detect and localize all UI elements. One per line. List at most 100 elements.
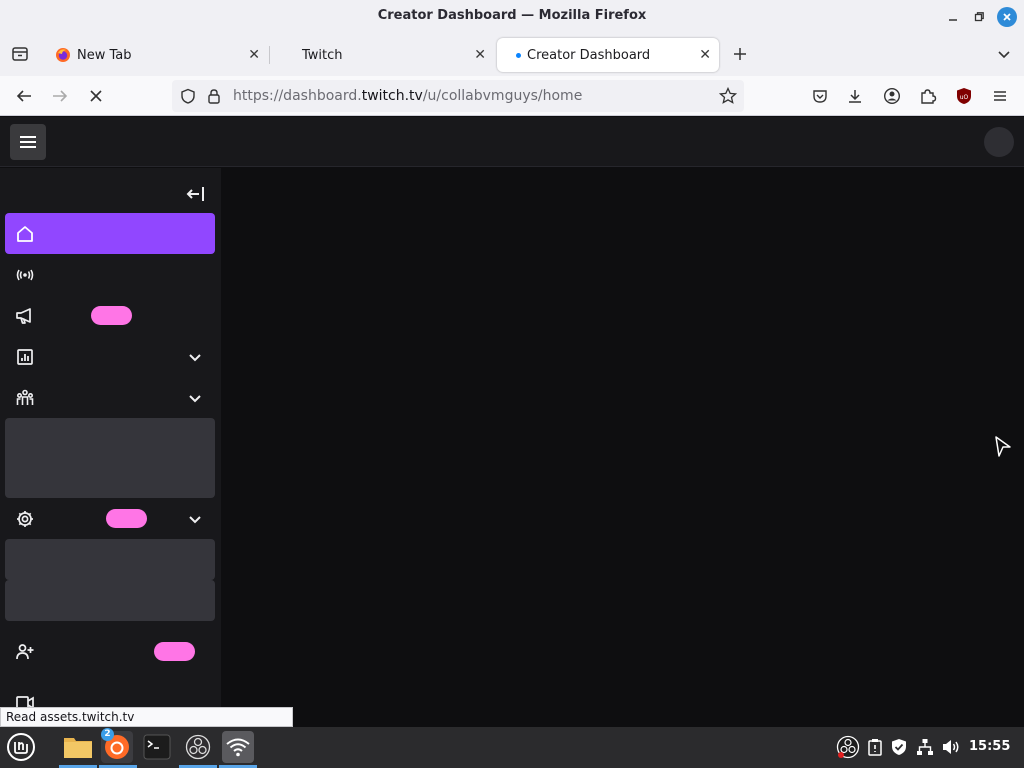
- ublock-button[interactable]: uO: [952, 84, 976, 108]
- restore-button[interactable]: [969, 7, 989, 27]
- status-bar: Read assets.twitch.tv: [0, 707, 293, 727]
- downloads-button[interactable]: [843, 84, 867, 108]
- taskbar-terminal[interactable]: [141, 731, 173, 763]
- tab-overview-button[interactable]: [8, 42, 32, 66]
- minimize-icon: [949, 19, 957, 21]
- mouse-cursor-icon: [995, 436, 1011, 457]
- tab-new-tab[interactable]: New Tab ✕: [46, 38, 268, 72]
- firefox-icon: [56, 48, 70, 62]
- minimize-button[interactable]: [943, 7, 963, 27]
- stop-loading-button[interactable]: [84, 84, 108, 108]
- wifi-icon: [226, 738, 250, 757]
- plus-icon: [734, 48, 746, 60]
- main-menu-button[interactable]: [10, 124, 46, 160]
- community-icon: [16, 389, 34, 405]
- account-icon: [883, 87, 901, 105]
- sidebar-item-home[interactable]: [5, 213, 215, 254]
- tab-label: Twitch: [302, 47, 343, 63]
- chevron-down-icon: [998, 51, 1010, 59]
- tab-label: Creator Dashboard: [527, 47, 651, 63]
- sidebar-item-analytics[interactable]: [5, 336, 215, 377]
- obs-icon: [185, 734, 211, 760]
- new-badge-pill: [91, 306, 132, 325]
- folder-icon: [64, 738, 92, 758]
- obs-tray-icon: [836, 735, 860, 759]
- bookmark-star-icon[interactable]: [719, 87, 737, 105]
- home-icon: [17, 226, 33, 242]
- taskbar-obs[interactable]: [182, 731, 214, 763]
- tray-obs[interactable]: [836, 735, 860, 759]
- lock-icon[interactable]: [206, 88, 222, 104]
- volume-icon: [943, 740, 959, 754]
- tab-creator-dashboard[interactable]: Creator Dashboard ✕: [497, 38, 719, 72]
- pocket-button[interactable]: [808, 84, 832, 108]
- window-titlebar: Creator Dashboard — Mozilla Firefox: [0, 0, 1024, 34]
- window-title: Creator Dashboard — Mozilla Firefox: [377, 8, 647, 23]
- chevron-down-icon[interactable]: [186, 348, 204, 366]
- megaphone-icon: [16, 308, 31, 324]
- back-button[interactable]: [12, 84, 36, 108]
- user-avatar[interactable]: [984, 127, 1014, 157]
- svg-text:uO: uO: [960, 94, 969, 101]
- puzzle-icon: [921, 89, 937, 104]
- list-all-tabs-button[interactable]: [992, 42, 1016, 66]
- url-bar[interactable]: https://dashboard.twitch.tv/u/collabvmgu…: [172, 80, 744, 112]
- tab-label: New Tab: [77, 47, 132, 63]
- close-icon: [1003, 13, 1011, 21]
- new-badge-pill: [106, 509, 147, 528]
- taskbar-network-app[interactable]: [222, 731, 254, 763]
- account-button[interactable]: [880, 84, 904, 108]
- url-prefix: https://dashboard.: [233, 88, 362, 104]
- stop-icon: [90, 90, 102, 102]
- forward-button[interactable]: [48, 84, 72, 108]
- dashboard-sidebar: [0, 168, 221, 727]
- start-menu-button[interactable]: [5, 731, 37, 763]
- analytics-icon: [17, 349, 33, 365]
- sidebar-item-add-user[interactable]: [5, 631, 215, 672]
- loading-dot-icon: [516, 53, 521, 58]
- chevron-down-icon[interactable]: [186, 389, 204, 407]
- url-text[interactable]: https://dashboard.twitch.tv/u/collabvmgu…: [233, 88, 582, 104]
- navigation-toolbar: https://dashboard.twitch.tv/u/collabvmgu…: [0, 76, 1024, 116]
- tab-twitch[interactable]: Twitch ✕: [270, 38, 494, 72]
- tray-security[interactable]: [889, 737, 909, 757]
- close-tab-icon[interactable]: ✕: [474, 47, 486, 63]
- extensions-button[interactable]: [916, 84, 940, 108]
- window-count-badge: 2: [101, 728, 114, 741]
- loading-placeholder: [5, 539, 215, 580]
- close-window-button[interactable]: [997, 7, 1017, 27]
- page-content: [0, 117, 1024, 727]
- app-menu-button[interactable]: [988, 84, 1012, 108]
- tray-network[interactable]: [915, 737, 935, 757]
- ublock-origin-icon: uO: [957, 88, 971, 104]
- new-tab-button[interactable]: [728, 42, 752, 66]
- broadcast-icon: [16, 269, 34, 281]
- download-icon: [849, 90, 861, 103]
- taskbar-files[interactable]: [62, 731, 94, 763]
- taskbar-clock[interactable]: 15:55: [969, 739, 1010, 754]
- arrow-left-icon: [16, 90, 31, 102]
- shield-icon[interactable]: [180, 88, 196, 104]
- hamburger-icon: [20, 136, 36, 148]
- shield-check-icon: [892, 739, 906, 755]
- pocket-icon: [813, 90, 827, 103]
- sidebar-item-stream[interactable]: [5, 254, 215, 295]
- sidebar-item-settings[interactable]: [5, 498, 215, 539]
- chevron-down-icon[interactable]: [186, 510, 204, 528]
- sidebar-item-community[interactable]: [5, 377, 215, 418]
- tab-strip: New Tab ✕ Twitch ✕ Creator Dashboard ✕: [0, 34, 1024, 76]
- hamburger-menu-icon: [994, 91, 1006, 101]
- sidebar-item-promotions[interactable]: [5, 295, 215, 336]
- dashboard-top-nav: [0, 117, 1024, 167]
- loading-placeholder: [5, 418, 215, 498]
- close-tab-icon[interactable]: ✕: [248, 47, 260, 63]
- tray-clipboard[interactable]: [865, 737, 885, 757]
- linux-mint-icon: [7, 733, 35, 761]
- tray-volume[interactable]: [941, 737, 961, 757]
- loading-placeholder: [5, 580, 215, 621]
- clipboard-icon: [868, 739, 882, 756]
- close-tab-icon[interactable]: ✕: [699, 47, 711, 63]
- network-wired-icon: [917, 739, 933, 755]
- collapse-sidebar-icon[interactable]: [184, 182, 208, 206]
- terminal-icon: [143, 734, 171, 760]
